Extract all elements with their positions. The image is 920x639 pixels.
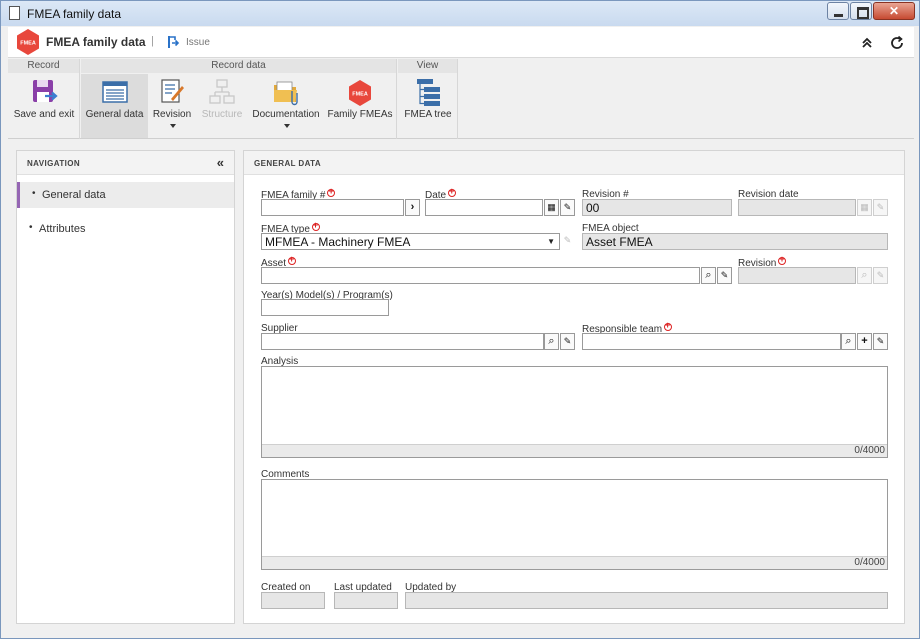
family-fmeas-button[interactable]: FMEA Family FMEAs (324, 74, 396, 138)
clear-brush-icon[interactable]: ✎ (873, 333, 888, 350)
clear-brush-icon: ✎ (873, 199, 888, 216)
window-title: FMEA family data (27, 7, 122, 21)
revision-icon (161, 79, 184, 103)
tree-icon (417, 79, 440, 106)
general-data-panel: GENERAL DATA FMEA family # › Date ▦ ✎ Re… (243, 150, 905, 624)
page-title: FMEA family data (46, 35, 146, 49)
fmea-type-value: MFMEA - Machinery FMEA (265, 235, 411, 249)
collapse-up-icon[interactable] (859, 35, 875, 51)
fmea-tree-label: FMEA tree (404, 109, 452, 120)
fmea-family-no-input[interactable] (261, 199, 404, 216)
general-data-button[interactable]: General data (81, 74, 148, 138)
search-icon[interactable]: ⌕ (544, 333, 559, 350)
dropdown-arrow-icon: ▼ (547, 237, 555, 246)
family-fmeas-label: Family FMEAs (327, 109, 393, 120)
comments-char-counter: 0/4000 (262, 556, 887, 569)
header-bar: FMEA FMEA family data | Issue (8, 27, 914, 58)
fmea-tree-button[interactable]: FMEA tree (398, 74, 458, 138)
responsible-team-input[interactable] (582, 333, 841, 350)
close-button[interactable] (873, 2, 915, 20)
navigation-title: NAVIGATION (17, 151, 234, 175)
created-on-field (261, 592, 325, 609)
refresh-icon[interactable] (889, 35, 905, 51)
app-window: FMEA family data FMEA FMEA family data |… (0, 0, 920, 639)
clear-brush-icon[interactable]: ✎ (717, 267, 732, 284)
section-title: GENERAL DATA (244, 151, 904, 175)
search-icon[interactable]: ⌕ (701, 267, 716, 284)
header-separator: | (151, 35, 154, 47)
save-and-exit-button[interactable]: Save and exit (8, 74, 80, 138)
search-icon: ⌕ (857, 267, 872, 284)
save-exit-icon (33, 80, 58, 102)
revision-date-field (738, 199, 856, 216)
date-input[interactable] (425, 199, 543, 216)
ribbon-toolbar: Record Save and exit Record data General… (8, 59, 914, 139)
asset-input[interactable] (261, 267, 700, 284)
ribbon-group-record-data: Record data General data Revision Struct… (81, 59, 397, 139)
ribbon-group-label: View (398, 59, 457, 73)
folder-attachment-icon (274, 81, 298, 106)
required-icon (311, 220, 320, 231)
nav-item-attributes[interactable]: Attributes (17, 216, 234, 242)
title-bar: FMEA family data (1, 1, 919, 26)
updated-by-field (405, 592, 888, 609)
collapse-left-icon[interactable]: « (217, 155, 224, 170)
ribbon-group-view: View FMEA tree (398, 59, 458, 139)
ribbon-group-label: Record (8, 59, 79, 73)
revision-label: Revision (152, 109, 192, 120)
add-icon[interactable]: + (857, 333, 872, 350)
required-icon (288, 254, 297, 265)
analysis-char-counter: 0/4000 (262, 444, 887, 457)
general-data-label: General data (85, 109, 144, 120)
ribbon-group-record: Record Save and exit (8, 59, 80, 139)
supplier-input[interactable] (261, 333, 544, 350)
ribbon-group-label: Record data (81, 59, 396, 73)
fmea-logo-icon: FMEA (17, 29, 39, 55)
document-icon (9, 6, 20, 20)
clear-brush-icon[interactable]: ✎ (560, 333, 575, 350)
svg-text:FMEA: FMEA (352, 92, 368, 98)
save-and-exit-label: Save and exit (13, 109, 75, 120)
analysis-textarea[interactable]: 0/4000 (261, 366, 888, 458)
general-data-icon (101, 81, 128, 103)
calendar-icon[interactable]: ▦ (544, 199, 559, 216)
revision-field (738, 267, 856, 284)
clear-brush-icon: ✎ (563, 235, 572, 245)
fmea-type-select[interactable]: MFMEA - Machinery FMEA ▼ (261, 233, 560, 250)
clear-brush-icon[interactable]: ✎ (560, 199, 575, 216)
documentation-label: Documentation (252, 109, 320, 120)
nav-item-general-data[interactable]: General data (17, 182, 234, 208)
issue-link[interactable]: Issue (186, 37, 210, 48)
comments-textarea[interactable]: 0/4000 (261, 479, 888, 570)
required-icon (664, 320, 673, 331)
structure-icon (209, 79, 235, 104)
required-icon (448, 186, 457, 197)
revision-no-field: 00 (582, 199, 732, 216)
issue-icon[interactable] (166, 35, 180, 49)
maximize-button[interactable] (850, 2, 872, 20)
chevron-down-icon (284, 124, 290, 128)
clear-brush-icon: ✎ (873, 267, 888, 284)
fmea-icon: FMEA (349, 80, 371, 106)
search-icon[interactable]: ⌕ (841, 333, 856, 350)
minimize-button[interactable] (827, 2, 849, 20)
required-icon (778, 254, 787, 265)
svg-text:FMEA: FMEA (20, 41, 36, 47)
navigation-panel: NAVIGATION « General data Attributes (16, 150, 235, 624)
structure-label: Structure (201, 109, 243, 120)
chevron-right-icon[interactable]: › (405, 199, 420, 216)
calendar-icon: ▦ (857, 199, 872, 216)
structure-button: Structure (196, 74, 248, 138)
required-icon (327, 186, 336, 197)
chevron-down-icon (170, 124, 176, 128)
documentation-button[interactable]: Documentation (248, 74, 324, 138)
years-models-input[interactable] (261, 299, 389, 316)
last-updated-field (334, 592, 398, 609)
revision-button[interactable]: Revision (148, 74, 196, 138)
fmea-object-field: Asset FMEA (582, 233, 888, 250)
